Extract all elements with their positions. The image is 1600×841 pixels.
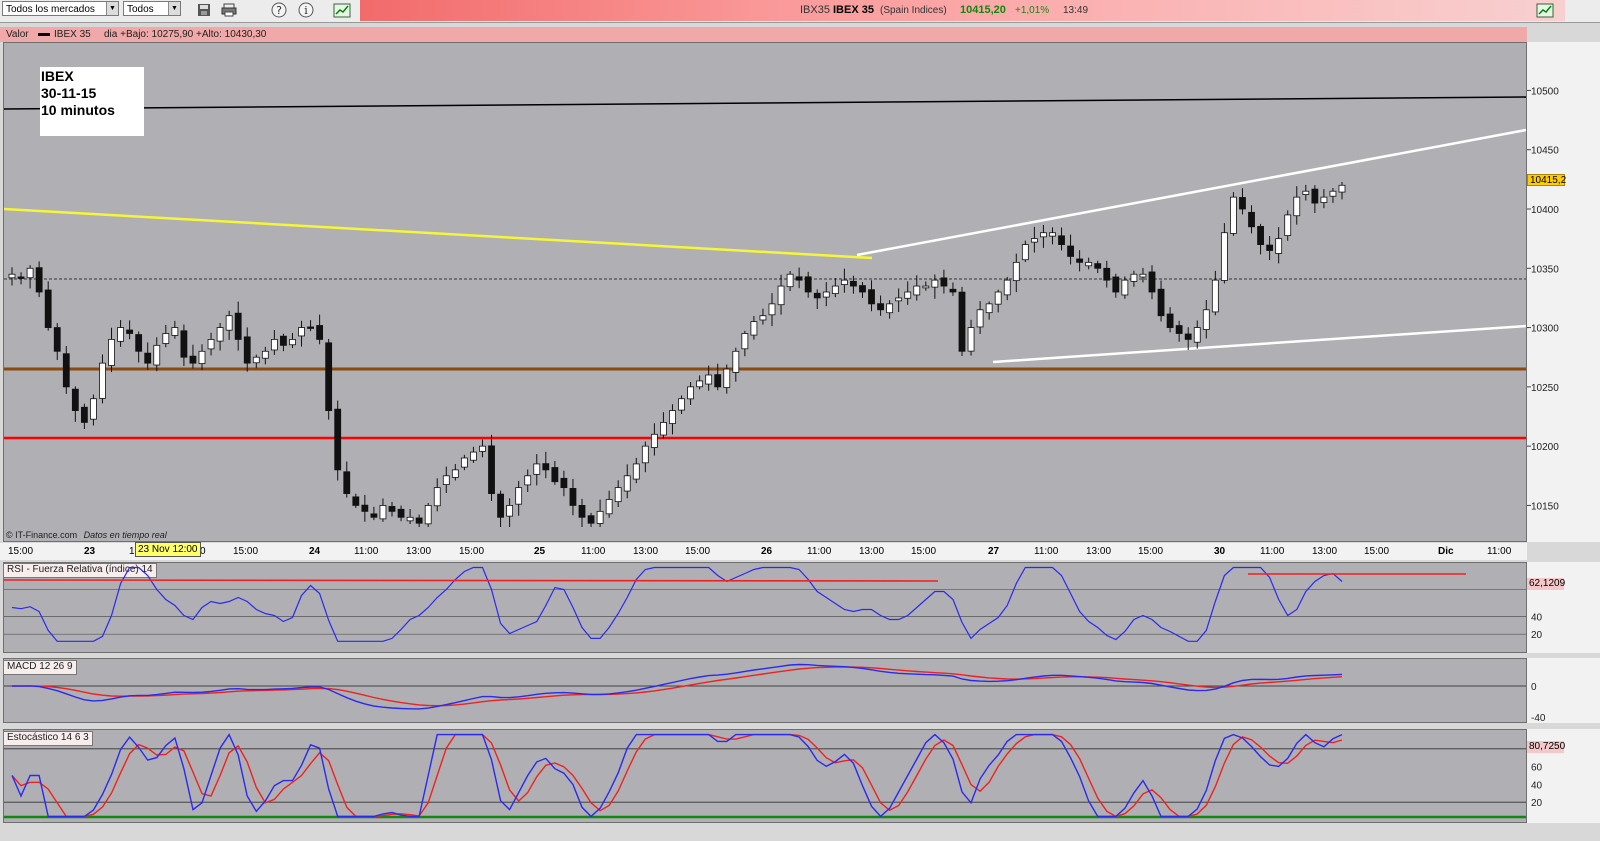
macd-tick-label: 0 bbox=[1531, 682, 1537, 693]
rsi-tick-label: 40 bbox=[1531, 612, 1543, 623]
rsi-trend-line bbox=[3, 579, 939, 582]
macd-tick-label: -40 bbox=[1531, 713, 1546, 724]
rsi-tick-label: 20 bbox=[1531, 630, 1543, 641]
stoch-tick-label: 20 bbox=[1531, 798, 1543, 809]
stoch-tick-label: 60 bbox=[1531, 763, 1543, 774]
indicator-charts: 40 20 0 -40 60 40 20 bbox=[3, 566, 1546, 819]
stoch-k-line bbox=[11, 733, 1343, 818]
stoch-tick-label: 40 bbox=[1531, 780, 1543, 791]
rsi-line bbox=[11, 566, 1343, 642]
